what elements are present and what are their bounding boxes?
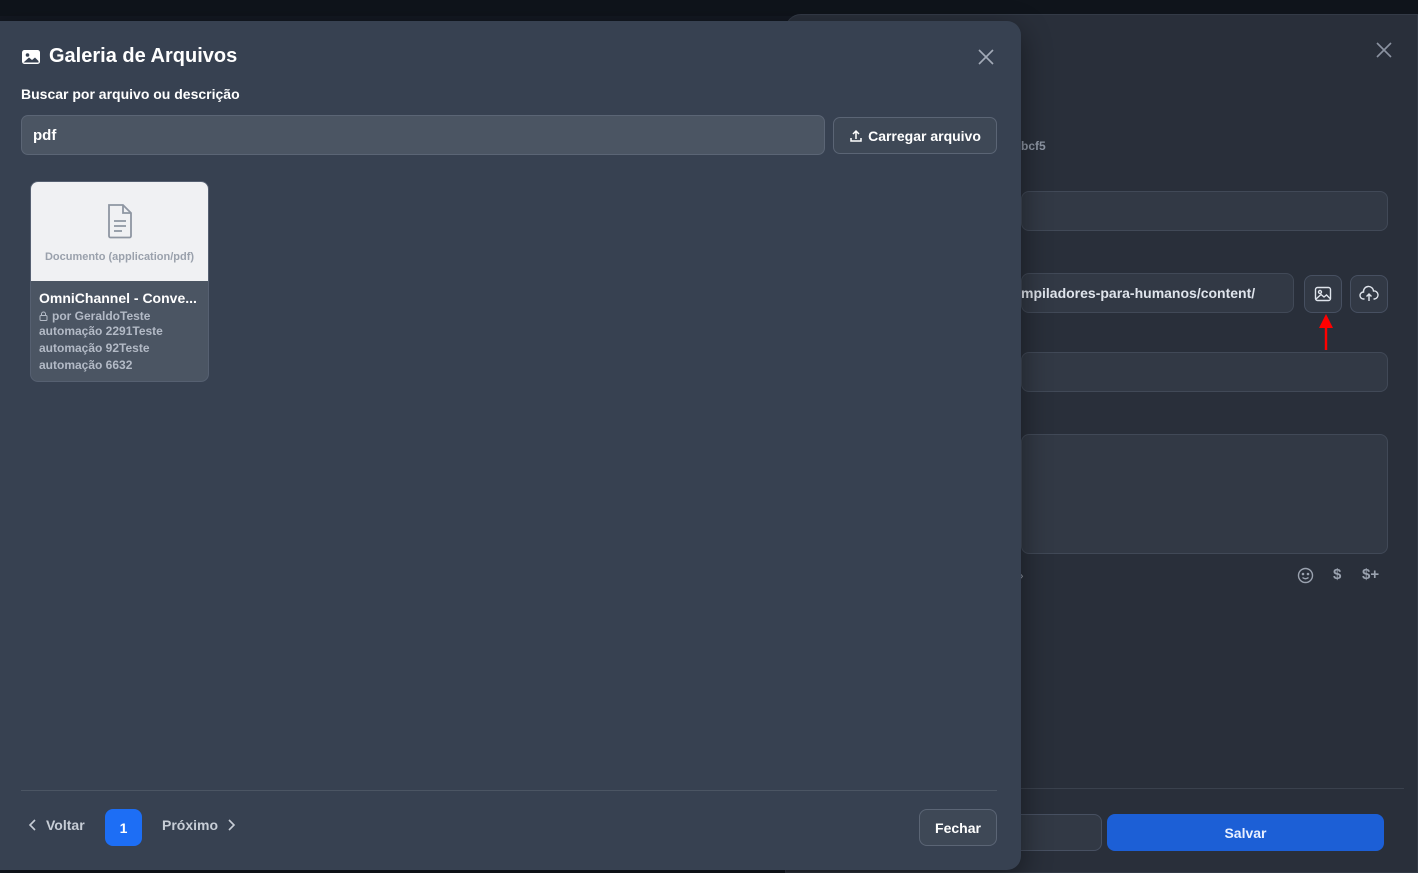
document-icon — [107, 204, 132, 239]
pagination-prev-label: Voltar — [46, 817, 85, 833]
search-label: Buscar por arquivo ou descrição — [21, 86, 240, 102]
file-author-text: por GeraldoTeste — [52, 309, 151, 323]
modal-title-text: Galeria de Arquivos — [49, 45, 238, 67]
file-card[interactable]: Documento (application/pdf) OmniChannel … — [30, 181, 209, 382]
save-button[interactable]: Salvar — [1107, 814, 1384, 851]
background-url-value: mpiladores-para-humanos/content/ — [1021, 285, 1256, 301]
image-icon — [1314, 286, 1332, 302]
background-textarea[interactable] — [1021, 434, 1388, 554]
background-field-1[interactable] — [1021, 191, 1388, 231]
close-icon[interactable] — [977, 48, 995, 66]
file-name: OmniChannel - Conve... — [39, 290, 197, 306]
file-type-label: Documento (application/pdf) — [44, 251, 195, 263]
pagination-page-button[interactable]: 1 — [105, 809, 142, 846]
upload-button-label: Carregar arquivo — [868, 127, 981, 144]
upload-icon — [850, 129, 862, 142]
lock-icon — [39, 311, 48, 321]
pagination-next-label: Próximo — [162, 817, 219, 833]
close-modal-button[interactable]: Fechar — [919, 809, 997, 846]
background-hash-text: bcf5 — [1021, 139, 1046, 153]
file-description-line: automação 92Teste — [39, 341, 150, 355]
pagination-next-button[interactable]: Próximo — [162, 817, 236, 833]
pagination-prev-button[interactable]: Voltar — [28, 817, 85, 833]
chevron-left-icon — [28, 819, 36, 831]
background-close-icon[interactable] — [1375, 41, 1393, 59]
dollar-plus-icon[interactable]: $+ — [1362, 566, 1379, 583]
dollar-icon[interactable]: $ — [1333, 566, 1341, 583]
file-author: por GeraldoTeste — [39, 309, 200, 323]
image-icon — [22, 49, 40, 64]
upload-file-button[interactable]: Carregar arquivo — [833, 117, 997, 154]
background-divider — [1021, 788, 1404, 789]
annotation-arrow-icon — [1319, 314, 1333, 350]
emoji-icon[interactable] — [1297, 567, 1314, 584]
chevron-right-icon — [228, 819, 236, 831]
modal-footer-divider — [21, 790, 997, 791]
file-description-line: automação 6632 — [39, 358, 133, 372]
modal-title: Galeria de Arquivos — [21, 45, 237, 68]
file-description-line: automação 2291Teste — [39, 324, 163, 338]
background-field-3[interactable] — [1021, 352, 1388, 392]
cloud-upload-icon — [1359, 285, 1379, 301]
file-thumbnail: Documento (application/pdf) — [31, 182, 208, 281]
gallery-open-button[interactable] — [1304, 275, 1342, 313]
cloud-upload-button[interactable] — [1350, 275, 1388, 313]
search-input[interactable] — [21, 115, 825, 155]
